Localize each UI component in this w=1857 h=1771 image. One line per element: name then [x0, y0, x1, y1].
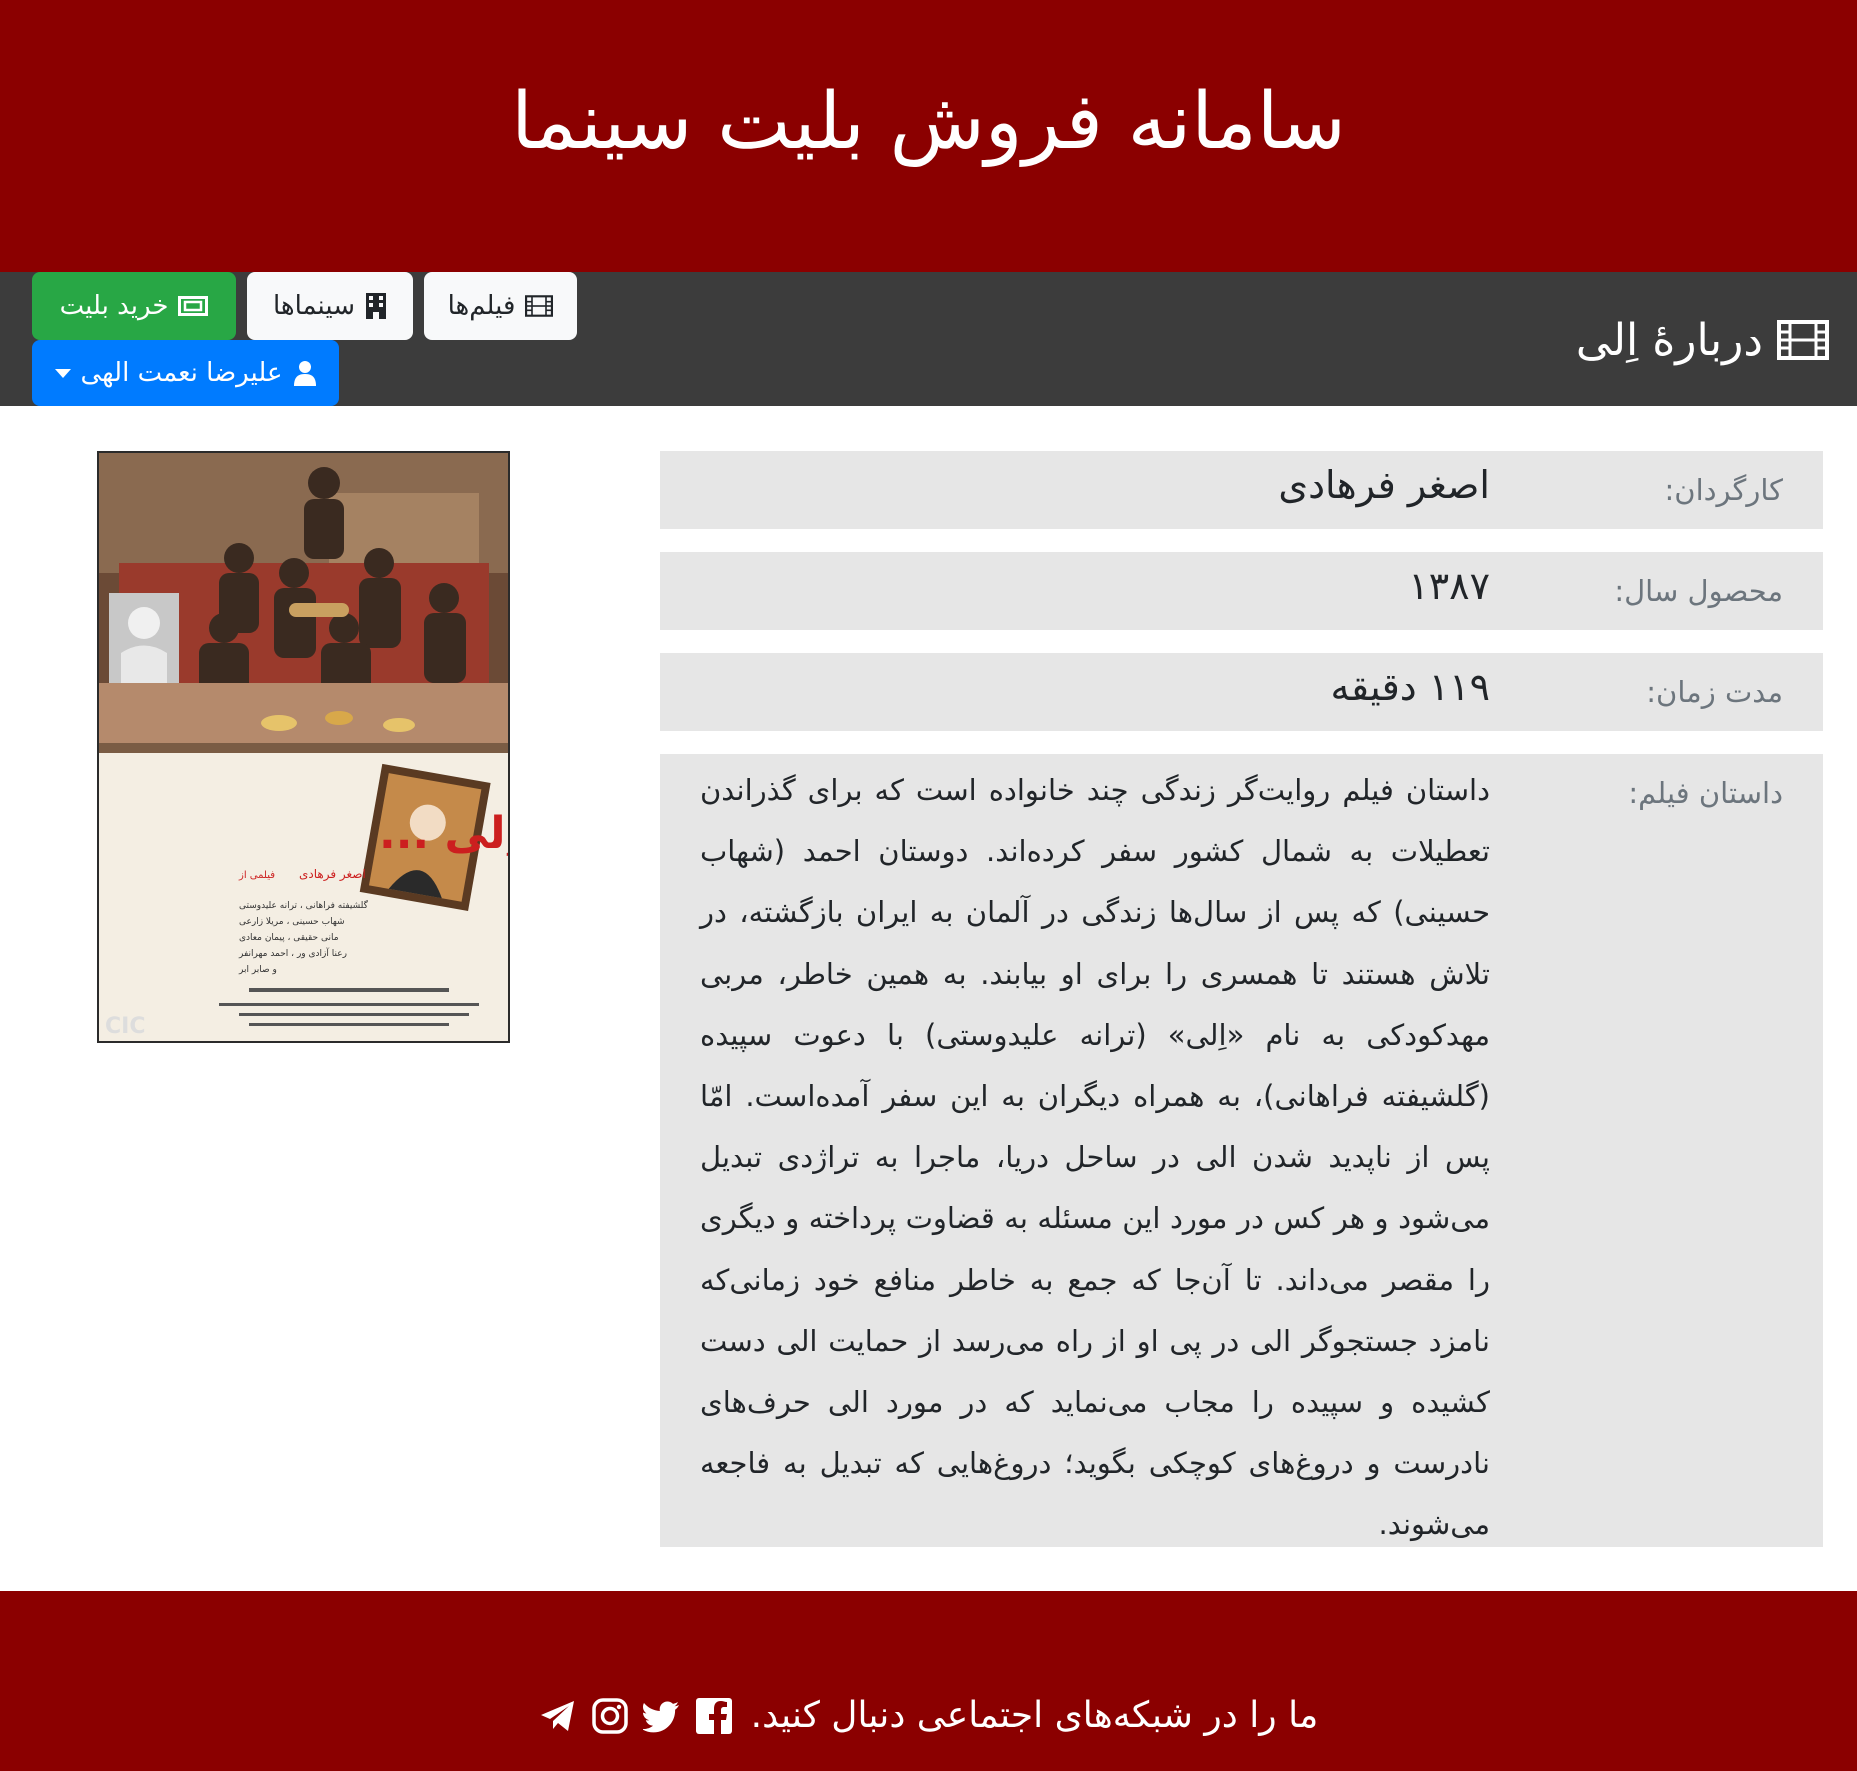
film-icon	[1777, 320, 1829, 360]
poster-logo: CIC	[105, 1014, 145, 1039]
ticket-icon	[178, 296, 209, 316]
poster-cast-line: مانی حقیقی ، پیمان معادی	[239, 933, 339, 943]
films-button-label: فیلم‌ها	[447, 291, 516, 321]
poster-image: درباره اِلی ... اصغر فرهادی فیلمی از گلش…	[99, 453, 508, 1041]
twitter-icon[interactable]	[642, 1697, 681, 1735]
site-header: سامانه فروش بلیت سینما	[0, 0, 1857, 272]
poster-cast-line: گلشیفته فراهانی ، ترانه علیدوستی	[239, 899, 369, 911]
duration-value: ۱۱۹ دقیقه	[1330, 665, 1490, 709]
navbar-brand[interactable]: دربارهٔ اِلی	[1576, 300, 1829, 380]
duration-label: مدت زمان:	[1646, 675, 1783, 709]
poster-cast-line: شهاب حسینی ، مریلا زارعی	[239, 917, 345, 927]
social-links	[539, 1697, 733, 1735]
footer-social-line: ما را در شبکه‌های اجتماعی دنبال کنید.	[0, 1695, 1857, 1736]
site-title: سامانه فروش بلیت سینما	[511, 77, 1346, 167]
building-icon	[366, 293, 387, 319]
telegram-icon[interactable]	[539, 1697, 577, 1735]
movie-poster: درباره اِلی ... اصغر فرهادی فیلمی از گلش…	[97, 451, 510, 1043]
cinemas-button[interactable]: سینماها	[247, 272, 413, 340]
buy-ticket-label: خرید بلیت	[59, 291, 169, 321]
story-row: داستان فیلم: داستان فیلم روایت‌گر زندگی …	[660, 754, 1823, 1547]
user-icon	[293, 361, 316, 386]
buy-ticket-button[interactable]: خرید بلیت	[32, 272, 236, 340]
brand-label: دربارهٔ اِلی	[1575, 314, 1763, 366]
films-button[interactable]: فیلم‌ها	[424, 272, 577, 340]
director-label: کارگردان:	[1664, 473, 1784, 507]
year-label: محصول سال:	[1614, 574, 1783, 608]
year-value: ۱۳۸۷	[1408, 564, 1490, 608]
site-footer	[0, 1591, 1857, 1771]
footer-text: ما را در شبکه‌های اجتماعی دنبال کنید.	[750, 1695, 1319, 1736]
user-name: علیرضا نعمت الهی	[80, 358, 283, 388]
poster-credit-prefix: فیلمی از	[238, 870, 275, 881]
duration-row: مدت زمان: ۱۱۹ دقیقه	[660, 653, 1823, 731]
story-text: داستان فیلم روایت‌گر زندگی چند خانواده ا…	[700, 773, 1490, 1542]
poster-title: درباره اِلی ...	[379, 808, 508, 859]
cinemas-button-label: سینماها	[272, 291, 356, 321]
poster-cast-line: و صابر ابر	[238, 965, 277, 975]
user-menu-button[interactable]: علیرضا نعمت الهی	[32, 340, 339, 406]
director-value: اصغر فرهادی	[1278, 463, 1490, 507]
film-icon	[525, 295, 554, 317]
chevron-down-icon	[54, 368, 71, 378]
story-label: داستان فیلم:	[1628, 776, 1783, 810]
poster-credit-name: اصغر فرهادی	[299, 867, 366, 882]
year-row: محصول سال: ۱۳۸۷	[660, 552, 1823, 630]
instagram-icon[interactable]	[591, 1697, 629, 1735]
facebook-icon[interactable]	[695, 1697, 733, 1735]
director-row: کارگردان: اصغر فرهادی	[660, 451, 1823, 529]
poster-cast-line: رعنا آزادی ور ، احمد مهرانفر	[238, 947, 347, 959]
